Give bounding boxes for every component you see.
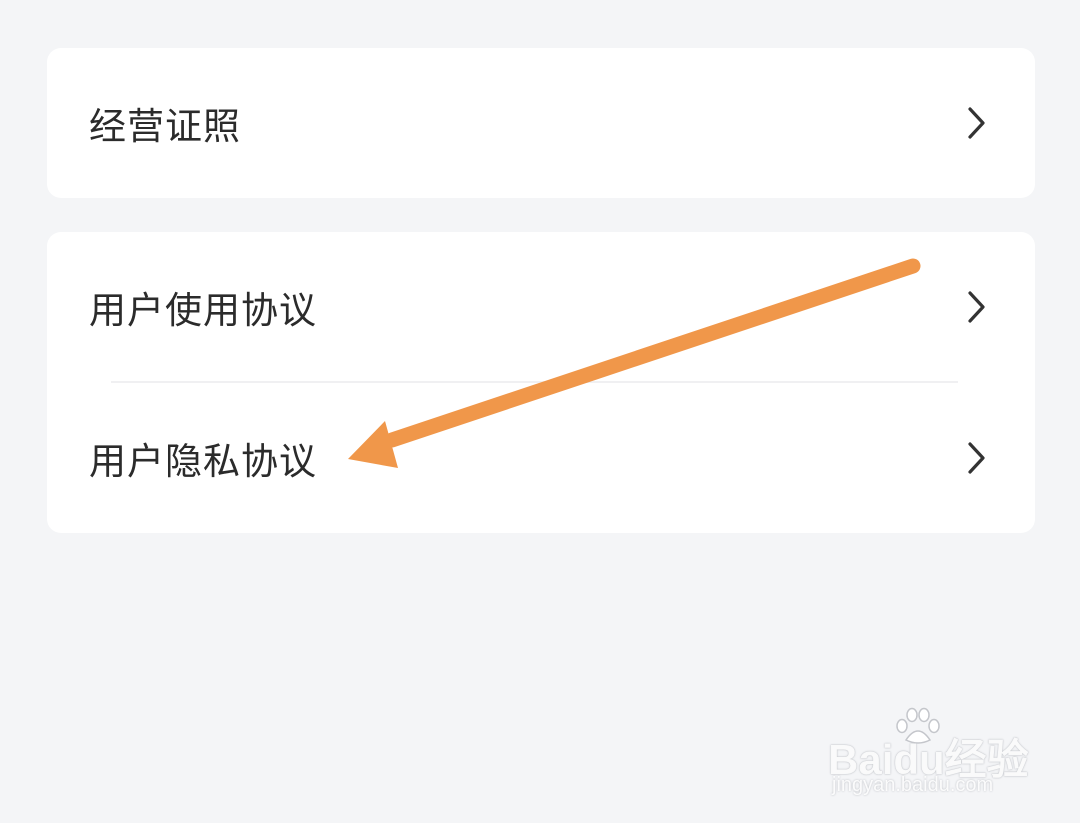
menu-item-user-agreement[interactable]: 用户使用协议 (47, 232, 1035, 382)
menu-item-label: 用户隐私协议 (89, 440, 317, 483)
menu-item-label: 用户使用协议 (89, 289, 317, 332)
menu-item-privacy-agreement[interactable]: 用户隐私协议 (47, 383, 1035, 533)
license-card: 经营证照 (47, 48, 1035, 198)
menu-item-license[interactable]: 经营证照 (47, 48, 1035, 198)
chevron-right-icon (968, 442, 985, 474)
watermark-url: jingyan.baidu.com (832, 774, 994, 796)
agreements-card: 用户使用协议 用户隐私协议 (47, 232, 1035, 533)
menu-item-label: 经营证照 (89, 105, 241, 148)
baidu-watermark: Baidu经验 jingyan.baidu.com (828, 706, 1029, 806)
chevron-right-icon (968, 291, 985, 323)
chevron-right-icon (968, 107, 985, 139)
